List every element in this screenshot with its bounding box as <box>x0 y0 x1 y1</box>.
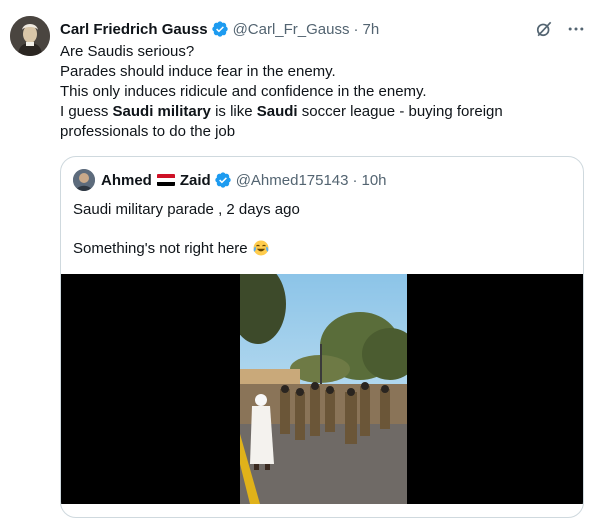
bold-text: Saudi military <box>112 103 211 120</box>
tweet-line: I guess Saudi military is like Saudi soc… <box>60 102 580 122</box>
separator-dot: · <box>352 171 358 189</box>
egypt-flag-icon <box>156 174 175 186</box>
quote-header: Ahmed Zaid @Ahmed175143 · 10h <box>73 169 387 191</box>
separator-dot: · <box>353 20 359 38</box>
quote-handle[interactable]: @Ahmed175143 <box>236 172 349 189</box>
crying-laughing-emoji-icon <box>253 240 269 256</box>
gauss-portrait <box>10 16 50 56</box>
quote-author-last[interactable]: Zaid <box>180 172 211 189</box>
tweet-line: This only induces ridicule and confidenc… <box>60 83 427 100</box>
text-fragment: is like <box>210 103 257 120</box>
quote-author-first[interactable]: Ahmed <box>101 172 152 189</box>
quote-text: Something's not right here <box>73 239 248 257</box>
video-media[interactable] <box>61 274 583 504</box>
text-fragment: I guess <box>60 103 113 120</box>
quoted-tweet[interactable]: Ahmed Zaid @Ahmed175143 · 10h Saudi mili… <box>60 156 584 518</box>
author-avatar[interactable] <box>10 16 50 56</box>
parade-video-frame[interactable] <box>240 274 407 504</box>
tweet-line: professionals to do the job <box>60 123 236 140</box>
more-icon[interactable] <box>566 19 586 39</box>
tweet-line: Are Saudis serious? <box>60 43 195 60</box>
bold-text: Saudi <box>256 103 298 120</box>
grok-icon[interactable] <box>534 19 554 39</box>
tweet-text: Are Saudis serious? Parades should induc… <box>60 42 580 142</box>
avatar-image <box>73 169 95 191</box>
quote-text-line: Something's not right here <box>73 239 270 257</box>
tweet-actions <box>534 19 586 39</box>
text-fragment: soccer league - buying foreign <box>297 103 503 120</box>
tweet-line: Parades should induce fear in the enemy. <box>60 63 336 80</box>
tweet-header: Carl Friedrich Gauss @Carl_Fr_Gauss · 7h <box>60 18 379 40</box>
tweet-time[interactable]: 7h <box>363 21 380 38</box>
author-name[interactable]: Carl Friedrich Gauss <box>60 21 208 38</box>
quote-time[interactable]: 10h <box>362 172 387 189</box>
quote-text-line: Saudi military parade , 2 days ago <box>73 201 300 218</box>
verified-badge-icon[interactable] <box>211 20 229 38</box>
quote-avatar[interactable] <box>73 169 95 191</box>
verified-badge-icon[interactable] <box>214 171 232 189</box>
author-handle[interactable]: @Carl_Fr_Gauss <box>233 21 350 38</box>
